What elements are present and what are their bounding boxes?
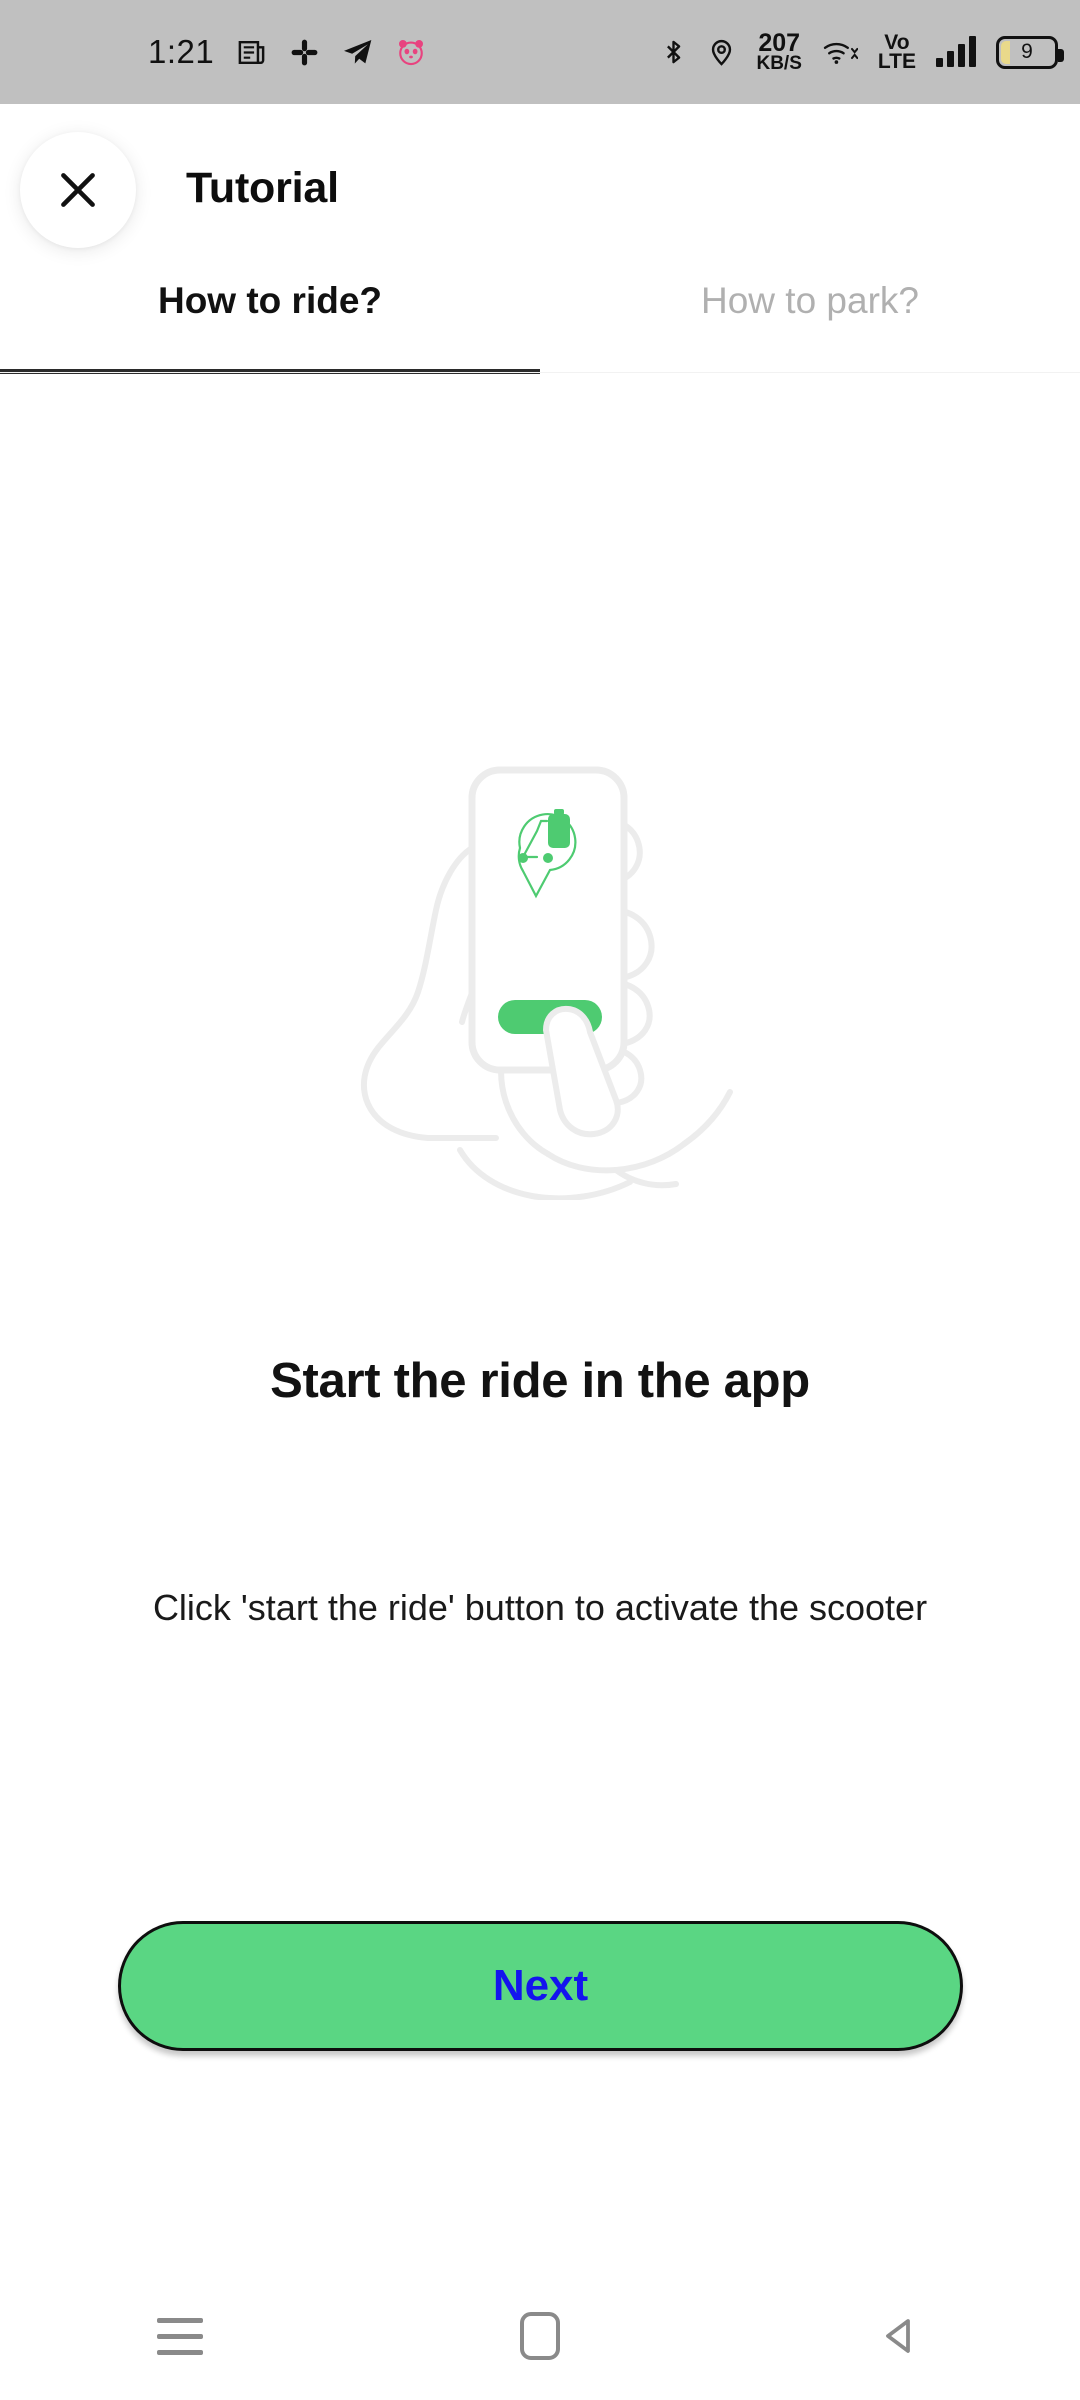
hand-holding-phone-pressing-button-illustration bbox=[360, 766, 733, 1200]
android-navigation-bar bbox=[0, 2272, 1080, 2400]
nav-back-button[interactable] bbox=[720, 2312, 1080, 2360]
bluetooth-icon bbox=[660, 36, 687, 68]
location-pin-icon bbox=[707, 36, 736, 68]
tutorial-heading: Start the ride in the app bbox=[270, 1354, 810, 1408]
tutorial-illustration bbox=[0, 730, 1080, 1200]
app-header: Tutorial bbox=[0, 104, 1080, 264]
home-icon bbox=[520, 2312, 560, 2360]
volte-line-2: LTE bbox=[877, 50, 916, 73]
recents-icon bbox=[157, 2317, 203, 2355]
page-title: Tutorial bbox=[186, 164, 339, 212]
slack-icon bbox=[289, 37, 320, 68]
network-speed-indicator: 207 KB/S bbox=[756, 28, 802, 74]
network-speed-value: 207 bbox=[758, 28, 801, 57]
tab-how-to-park[interactable]: How to park? bbox=[540, 264, 1080, 374]
close-button[interactable] bbox=[20, 132, 136, 248]
status-bar-clock: 1:21 bbox=[148, 33, 215, 70]
back-icon bbox=[886, 2319, 910, 2353]
tab-how-to-ride[interactable]: How to ride? bbox=[0, 264, 540, 374]
news-feed-icon bbox=[236, 37, 267, 68]
cellular-signal-icon bbox=[936, 36, 976, 67]
telegram-icon bbox=[342, 36, 374, 68]
panda-emoji-icon bbox=[396, 37, 426, 67]
network-speed-unit: KB/S bbox=[756, 52, 802, 74]
status-bar-right: 207 KB/S Vo LTE 9 bbox=[660, 28, 1064, 74]
app-screen: 1:21 207 KB/S Vo LTE 9 Tutorial How to r… bbox=[0, 0, 1080, 2400]
tutorial-body-text: Click 'start the ride' button to activat… bbox=[152, 1587, 928, 1628]
battery-fill bbox=[1001, 40, 1010, 64]
tab-how-to-ride-label: How to ride? bbox=[157, 280, 383, 321]
battery-level-text: 9 bbox=[1021, 40, 1033, 63]
status-bar: 1:21 207 KB/S Vo LTE 9 bbox=[0, 0, 1080, 104]
tab-how-to-park-label: How to park? bbox=[701, 280, 919, 321]
status-bar-left: 1:21 bbox=[148, 33, 426, 71]
volte-indicator: Vo LTE bbox=[877, 32, 916, 73]
close-icon bbox=[61, 173, 95, 207]
next-button-label: Next bbox=[492, 1961, 589, 2010]
next-button[interactable]: Next bbox=[118, 1921, 963, 2051]
nav-recents-button[interactable] bbox=[0, 2317, 360, 2355]
tab-bar-divider bbox=[0, 372, 1080, 373]
battery-icon: 9 bbox=[996, 35, 1064, 69]
wifi-icon bbox=[822, 36, 858, 68]
tab-bar: How to ride? How to park? bbox=[0, 264, 1080, 374]
nav-home-button[interactable] bbox=[360, 2312, 720, 2360]
